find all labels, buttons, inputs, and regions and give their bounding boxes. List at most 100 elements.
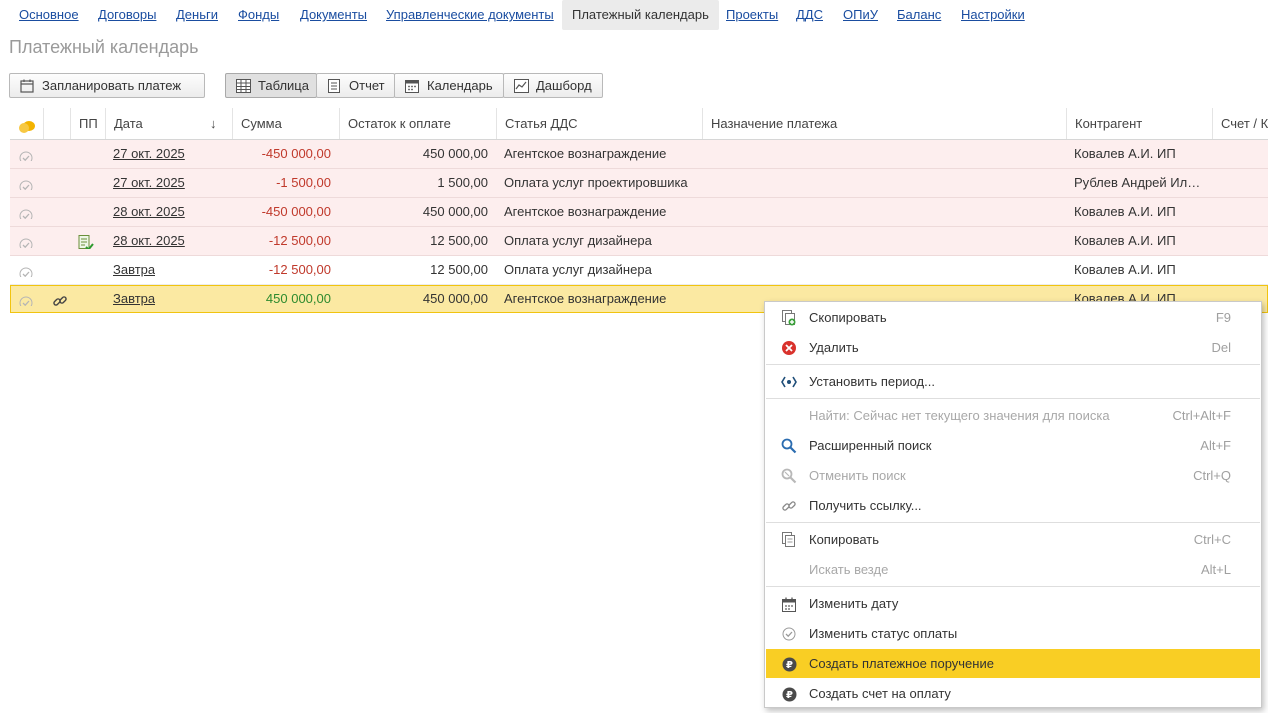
row-remaining: 450 000,00 [422, 146, 488, 161]
row-date[interactable]: 28 окт. 2025 [113, 198, 185, 226]
payment-document-icon[interactable] [78, 233, 94, 249]
menu-item-search-everywhere[interactable]: Искать везде Alt+L [766, 555, 1260, 584]
menu-item-create-invoice[interactable]: ₽ Создать счет на оплату [766, 679, 1260, 708]
menu-item-create-payment-order[interactable]: ₽ Создать платежное поручение [766, 649, 1260, 678]
nav-item-fondy[interactable]: Фонды [238, 0, 279, 30]
nav-item-proekty[interactable]: Проекты [726, 0, 778, 30]
copy-icon [781, 532, 797, 548]
view-report-label: Отчет [349, 78, 385, 93]
menu-item-label: Отменить поиск [809, 468, 906, 483]
row-date[interactable]: 27 окт. 2025 [113, 169, 185, 197]
row-amount: -450 000,00 [261, 146, 331, 161]
table-row[interactable]: 27 окт. 2025 -450 000,00 450 000,00 Аген… [10, 140, 1268, 169]
row-date[interactable]: Завтра [113, 286, 155, 312]
menu-item-delete[interactable]: Удалить Del [766, 333, 1260, 362]
menu-item-label: Изменить статус оплаты [809, 626, 958, 641]
menu-item-label: Скопировать [809, 310, 887, 325]
ruble-icon: ₽ [781, 686, 797, 702]
link-icon[interactable] [52, 291, 68, 307]
column-article[interactable]: Статья ДДС [496, 108, 702, 139]
menu-item-label: Копировать [809, 532, 879, 547]
menu-item-change-payment-status[interactable]: Изменить статус оплаты [766, 619, 1260, 648]
column-counterparty[interactable]: Контрагент [1066, 108, 1212, 139]
check-status-icon[interactable] [19, 263, 33, 277]
check-circle-icon [781, 626, 797, 642]
nav-item-balans[interactable]: Баланс [897, 0, 941, 30]
delete-icon [781, 340, 797, 356]
menu-separator [766, 398, 1260, 399]
menu-item-label: Получить ссылку... [809, 498, 922, 513]
nav-item-nastroyki[interactable]: Настройки [961, 0, 1025, 30]
menu-item-label: Удалить [809, 340, 859, 355]
check-status-icon[interactable] [19, 147, 33, 161]
nav-item-dokumenty[interactable]: Документы [300, 0, 367, 30]
view-calendar-button[interactable]: Календарь [394, 73, 504, 98]
menu-item-label: Искать везде [809, 562, 889, 577]
view-report-button[interactable]: Отчет [316, 73, 395, 98]
nav-item-dds[interactable]: ДДС [796, 0, 823, 30]
row-remaining: 450 000,00 [422, 204, 488, 219]
table-icon [234, 78, 252, 94]
check-status-icon[interactable] [19, 205, 33, 219]
row-counterparty: Ковалев А.И. ИП [1074, 204, 1176, 219]
menu-item-find-current[interactable]: Найти: Сейчас нет текущего значения для … [766, 401, 1260, 430]
table-row[interactable]: Завтра -12 500,00 12 500,00 Оплата услуг… [10, 256, 1268, 285]
row-remaining: 12 500,00 [430, 233, 488, 248]
menu-item-shortcut: Alt+L [1201, 562, 1231, 577]
row-article: Агентское вознаграждение [504, 146, 667, 161]
calendar-icon [781, 596, 797, 612]
row-article: Агентское вознаграждение [504, 204, 667, 219]
sort-arrow-icon[interactable]: ↓ [210, 108, 217, 139]
menu-item-shortcut: Del [1211, 340, 1231, 355]
icon-column-header[interactable] [43, 108, 70, 139]
nav-item-upr-dokumenty[interactable]: Управленческие документы [386, 0, 554, 30]
menu-item-shortcut: Ctrl+Alt+F [1172, 408, 1231, 423]
menu-item-label: Создать платежное поручение [809, 656, 994, 671]
menu-item-set-period[interactable]: Установить период... [766, 367, 1260, 396]
view-dashboard-label: Дашборд [536, 78, 592, 93]
nav-item-platezhny-kalendar[interactable]: Платежный календарь [562, 0, 719, 30]
coins-icon [18, 115, 36, 139]
table-row[interactable]: 28 окт. 2025 -12 500,00 12 500,00 Оплата… [10, 227, 1268, 256]
column-purpose[interactable]: Назначение платежа [702, 108, 1066, 139]
view-dashboard-button[interactable]: Дашборд [503, 73, 603, 98]
column-date[interactable]: Дата ↓ [105, 108, 232, 139]
check-status-icon[interactable] [19, 292, 33, 306]
menu-item-copy-row[interactable]: Скопировать F9 [766, 303, 1260, 332]
nav-item-dogovory[interactable]: Договоры [98, 0, 156, 30]
check-status-icon[interactable] [19, 234, 33, 248]
menu-item-get-link[interactable]: Получить ссылку... [766, 491, 1260, 520]
view-table-button[interactable]: Таблица [225, 73, 317, 98]
menu-item-shortcut: Ctrl+C [1193, 532, 1231, 547]
column-amount[interactable]: Сумма [232, 108, 339, 139]
menu-item-change-date[interactable]: Изменить дату [766, 589, 1260, 618]
row-date[interactable]: 28 окт. 2025 [113, 227, 185, 255]
check-status-icon[interactable] [19, 176, 33, 190]
row-counterparty: Ковалев А.И. ИП [1074, 262, 1176, 277]
row-amount: -12 500,00 [268, 262, 331, 277]
menu-separator [766, 586, 1260, 587]
column-pp[interactable]: ПП [70, 108, 105, 139]
nav-item-opiu[interactable]: ОПиУ [843, 0, 878, 30]
table-row[interactable]: 27 окт. 2025 -1 500,00 1 500,00 Оплата у… [10, 169, 1268, 198]
row-date[interactable]: 27 окт. 2025 [113, 140, 185, 168]
search-icon [781, 438, 797, 454]
table-row[interactable]: 28 окт. 2025 -450 000,00 450 000,00 Аген… [10, 198, 1268, 227]
row-article: Оплата услуг дизайнера [504, 262, 652, 277]
nav-item-dengi[interactable]: Деньги [176, 0, 218, 30]
row-remaining: 1 500,00 [437, 175, 488, 190]
menu-item-advanced-search[interactable]: Расширенный поиск Alt+F [766, 431, 1260, 460]
view-calendar-label: Календарь [427, 78, 493, 93]
menu-item-copy[interactable]: Копировать Ctrl+C [766, 525, 1260, 554]
nav-item-osnovnoe[interactable]: Основное [19, 0, 79, 30]
plan-payment-button[interactable]: Запланировать платеж [9, 73, 205, 98]
row-article: Оплата услуг дизайнера [504, 233, 652, 248]
column-remaining[interactable]: Остаток к оплате [339, 108, 496, 139]
row-remaining: 12 500,00 [430, 262, 488, 277]
column-account[interactable]: Счет / К [1212, 108, 1268, 139]
menu-item-cancel-search[interactable]: Отменить поиск Ctrl+Q [766, 461, 1260, 490]
status-column-header[interactable] [10, 108, 43, 139]
plan-payment-label: Запланировать платеж [42, 78, 182, 93]
row-date[interactable]: Завтра [113, 256, 155, 284]
row-article: Агентское вознаграждение [504, 291, 667, 306]
